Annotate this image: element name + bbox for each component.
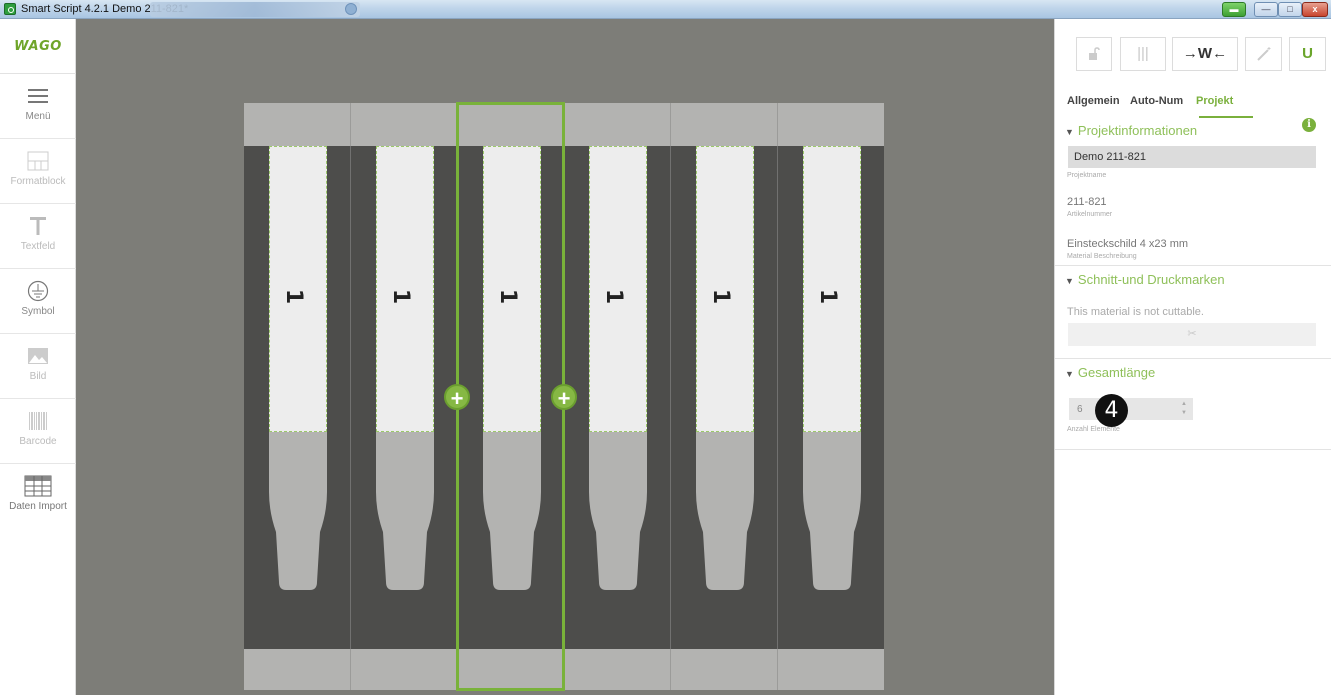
marker-label-1[interactable]: 1: [269, 146, 327, 432]
marker-text: 1: [815, 288, 841, 305]
stepper-down-icon[interactable]: ▼: [1181, 410, 1187, 416]
tab-allgemein[interactable]: Allgemein: [1067, 95, 1120, 107]
symbol-button[interactable]: Symbol: [0, 270, 76, 334]
data-import-button[interactable]: Daten Import: [0, 465, 76, 529]
close-button[interactable]: x: [1302, 2, 1328, 17]
element-count-stepper[interactable]: 6 ▲ ▼: [1069, 398, 1193, 420]
format-block-icon: [27, 151, 49, 171]
not-cuttable-message: This material is not cuttable.: [1067, 306, 1204, 318]
lock-button[interactable]: [1076, 37, 1112, 71]
section-divider: [1055, 265, 1331, 266]
selected-element-frame[interactable]: [456, 102, 565, 691]
chevron-down-icon: ▼: [1065, 276, 1074, 286]
symbol-label: Symbol: [21, 306, 55, 317]
chevron-down-icon: ▼: [1065, 127, 1074, 137]
app-icon: [4, 3, 16, 15]
text-field-icon: [30, 217, 46, 235]
taskbar-icon[interactable]: [345, 3, 357, 15]
project-name-label: Projektname: [1067, 172, 1107, 179]
article-number-value: 211-821: [1067, 196, 1107, 208]
info-icon[interactable]: i: [1302, 118, 1316, 132]
maximize-button[interactable]: □: [1278, 2, 1302, 17]
marker-text: 1: [281, 288, 307, 305]
menu-button[interactable]: Menü: [0, 75, 76, 139]
article-number-label: Artikelnummer: [1067, 211, 1113, 218]
marker-label-4[interactable]: 1: [589, 146, 647, 432]
section-divider: [1055, 358, 1331, 359]
barcode-button[interactable]: Barcode: [0, 400, 76, 464]
wand-button[interactable]: [1245, 37, 1282, 71]
chevron-down-icon: ▼: [1065, 369, 1074, 379]
table-import-icon: [24, 475, 52, 497]
magnet-button[interactable]: U: [1289, 37, 1326, 71]
formatblock-button[interactable]: Formatblock: [0, 140, 76, 204]
insert-right-button[interactable]: +: [551, 384, 577, 411]
stepper-up-icon[interactable]: ▲: [1181, 401, 1187, 407]
menu-label: Menü: [25, 111, 51, 122]
data-import-label: Daten Import: [9, 501, 67, 512]
menu-icon: [28, 89, 48, 103]
textfield-label: Textfeld: [20, 241, 56, 252]
image-label: Bild: [29, 371, 47, 382]
barcode-icon: [29, 412, 47, 430]
scissors-icon: ✂: [1187, 328, 1197, 340]
element-count-value: 6: [1077, 404, 1083, 415]
columns-button[interactable]: |||: [1120, 37, 1166, 71]
image-button[interactable]: Bild: [0, 335, 76, 399]
project-name-field[interactable]: Demo 211-821: [1068, 146, 1316, 168]
material-description-label: Material Beschreibung: [1067, 253, 1137, 260]
fit-width-button[interactable]: →W←: [1172, 37, 1238, 71]
minimize-button[interactable]: —: [1254, 2, 1278, 17]
lock-icon: [1089, 47, 1100, 60]
tab-auto-num[interactable]: Auto-Num: [1130, 95, 1183, 107]
barcode-label: Barcode: [19, 436, 57, 447]
marker-label-5[interactable]: 1: [696, 146, 754, 432]
marker-text: 1: [601, 288, 627, 305]
properties-panel: ||| →W← U Allgemein Auto-Num Projekt ▼ Pr…: [1054, 19, 1331, 695]
formatblock-label: Formatblock: [10, 176, 66, 187]
section-cut-marks-header[interactable]: ▼ Schnitt-und Druckmarken: [1065, 272, 1225, 287]
element-count-label: Anzahl Elemente: [1067, 426, 1120, 433]
section-project-info-header[interactable]: ▼ Projektinformationen: [1065, 123, 1197, 138]
magic-wand-icon: [1256, 47, 1270, 61]
cut-button[interactable]: ✂: [1068, 323, 1316, 346]
tray-button[interactable]: ▬: [1222, 2, 1246, 17]
textfield-button[interactable]: Textfeld: [0, 205, 76, 269]
ground-symbol-icon: [27, 280, 49, 302]
section-total-length-header[interactable]: ▼ Gesamtlänge: [1065, 365, 1155, 380]
marker-label-2[interactable]: 1: [376, 146, 434, 432]
window-title-bar: Smart Script 4.2.1 Demo 211-821* ▬ — □ x: [0, 0, 1331, 19]
insert-left-button[interactable]: +: [444, 384, 470, 411]
section-divider: [1055, 449, 1331, 450]
active-tab-indicator: [1199, 116, 1253, 118]
left-toolbar: WAGO Menü Formatblock Textfeld Symbol Bi…: [0, 19, 76, 695]
callout-badge: 4: [1095, 394, 1128, 427]
marker-text: 1: [708, 288, 734, 305]
marker-text: 1: [388, 288, 414, 305]
image-icon: [28, 348, 48, 364]
marker-label-6[interactable]: 1: [803, 146, 861, 432]
material-description-value: Einsteckschild 4 x23 mm: [1067, 238, 1189, 250]
wago-logo: WAGO: [0, 19, 76, 74]
taskbar-tab[interactable]: [150, 2, 360, 17]
tab-projekt[interactable]: Projekt: [1196, 95, 1233, 107]
